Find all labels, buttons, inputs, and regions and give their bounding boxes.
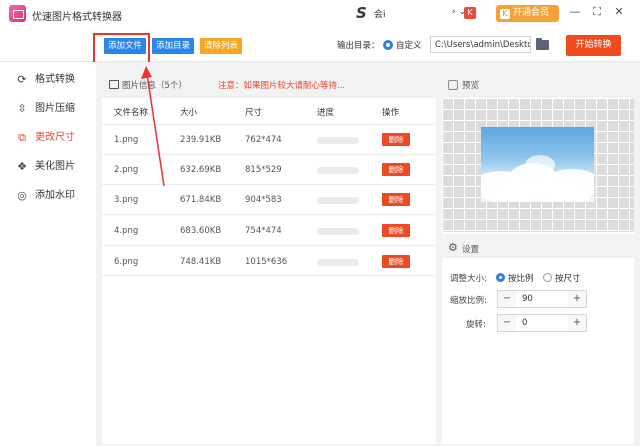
- settings-title: 设置: [462, 245, 480, 255]
- row-divider: [102, 214, 436, 215]
- file-name: 4.png: [114, 226, 139, 236]
- progress-bar: [317, 197, 359, 204]
- file-size: 671.84KB: [180, 195, 222, 205]
- rotate-plus-button[interactable]: +: [568, 315, 586, 331]
- tray-badge-icon[interactable]: K: [464, 7, 476, 19]
- scale-plus-button[interactable]: +: [568, 291, 586, 307]
- by-size-label: 按尺寸: [555, 274, 581, 284]
- preview-icon: [448, 80, 458, 90]
- delete-button[interactable]: 删除: [382, 193, 410, 206]
- row-divider: [102, 184, 436, 185]
- file-dims: 762*474: [245, 135, 282, 145]
- delete-button[interactable]: 删除: [382, 133, 410, 146]
- annotation-highlight-box: [93, 33, 150, 65]
- file-dims: 754*474: [245, 226, 282, 236]
- resize-mode-label: 调整大小:: [450, 274, 487, 284]
- rotate-value[interactable]: 0: [522, 318, 527, 328]
- clear-list-button[interactable]: 清除列表: [200, 38, 243, 54]
- list-warning: 注意：如果图片较大请耐心等待...: [218, 81, 346, 91]
- file-dims: 1015*636: [245, 257, 288, 267]
- delete-button[interactable]: 删除: [382, 224, 410, 237]
- sidebar-item-label: 格式转换: [35, 74, 75, 85]
- rotate-label: 旋转:: [466, 320, 486, 330]
- col-header-action: 操作: [382, 108, 400, 118]
- scale-stepper[interactable]: − 90 +: [497, 290, 587, 308]
- app-logo-icon: [9, 5, 26, 22]
- vip-badge-icon: K: [500, 9, 510, 19]
- file-size: 683.60KB: [180, 226, 222, 236]
- settings-panel: [442, 238, 634, 444]
- delete-button[interactable]: 删除: [382, 163, 410, 176]
- rotate-minus-button[interactable]: −: [498, 315, 516, 331]
- row-divider: [102, 275, 436, 276]
- output-dir-label: 输出目录：: [337, 41, 380, 51]
- file-dims: 904*583: [245, 195, 282, 205]
- progress-bar: [317, 167, 359, 174]
- sidebar-item-label: 图片压缩: [35, 103, 75, 114]
- add-dir-button[interactable]: 添加目录: [152, 38, 195, 54]
- output-path-input[interactable]: [430, 36, 531, 53]
- beautify-icon: ❖: [17, 160, 27, 173]
- col-header-progress: 进度: [317, 108, 335, 118]
- scale-label: 缩放比例:: [450, 296, 487, 306]
- tray-text: 会i: [374, 10, 386, 20]
- output-custom-label: 自定义: [396, 41, 422, 51]
- file-name: 3.png: [114, 195, 139, 205]
- col-header-dims: 尺寸: [245, 108, 263, 118]
- file-name: 1.png: [114, 135, 139, 145]
- rotate-stepper[interactable]: − 0 +: [497, 314, 587, 332]
- scale-minus-button[interactable]: −: [498, 291, 516, 307]
- sidebar-item-label: 美化图片: [35, 161, 75, 172]
- sidebar-item-label: 更改尺寸: [35, 132, 75, 143]
- by-ratio-label: 按比例: [508, 274, 534, 284]
- folder-icon[interactable]: [536, 38, 549, 50]
- preview-image: [481, 127, 594, 202]
- refresh-icon: ⟳: [17, 73, 27, 86]
- watermark-icon: ◎: [17, 189, 27, 202]
- vip-button[interactable]: K 开通会员: [496, 5, 559, 22]
- preview-title: 预览: [462, 81, 480, 91]
- close-button[interactable]: ✕: [612, 5, 626, 19]
- file-name: 6.png: [114, 257, 139, 267]
- row-divider: [102, 154, 436, 155]
- row-divider: [102, 245, 436, 246]
- progress-bar: [317, 228, 359, 235]
- sidebar: [0, 62, 96, 446]
- vip-label: 开通会员: [513, 8, 550, 18]
- compress-icon: ⇳: [17, 102, 27, 115]
- by-ratio-radio[interactable]: [496, 273, 505, 282]
- gear-icon: ⚙: [448, 241, 458, 254]
- file-size: 748.41KB: [180, 257, 222, 267]
- progress-bar: [317, 137, 359, 144]
- file-size: 239.91KB: [180, 135, 222, 145]
- file-dims: 815*529: [245, 165, 282, 175]
- output-custom-radio[interactable]: [383, 40, 393, 50]
- minimize-button[interactable]: —: [568, 5, 582, 19]
- resize-icon: ⧉: [18, 131, 26, 144]
- tray-s-icon[interactable]: S: [356, 4, 372, 22]
- file-size: 632.69KB: [180, 165, 222, 175]
- list-title: 图片信息（5个）: [122, 81, 187, 91]
- delete-button[interactable]: 删除: [382, 255, 410, 268]
- image-icon: [109, 80, 119, 89]
- progress-bar: [317, 259, 359, 266]
- by-size-radio[interactable]: [543, 273, 552, 282]
- scale-value[interactable]: 90: [522, 294, 533, 304]
- start-convert-button[interactable]: 开始转换: [566, 35, 621, 56]
- maximize-button[interactable]: ⛶: [590, 5, 604, 19]
- col-header-name: 文件名称: [114, 108, 149, 118]
- app-title: 优速图片格式转换器: [32, 12, 122, 23]
- col-header-size: 大小: [180, 108, 198, 118]
- sidebar-item-label: 添加水印: [35, 190, 75, 201]
- file-name: 2.png: [114, 165, 139, 175]
- title-bar: 优速图片格式转换器 S 会i › ⌄ K K 开通会员 — ⛶ ✕: [0, 0, 640, 28]
